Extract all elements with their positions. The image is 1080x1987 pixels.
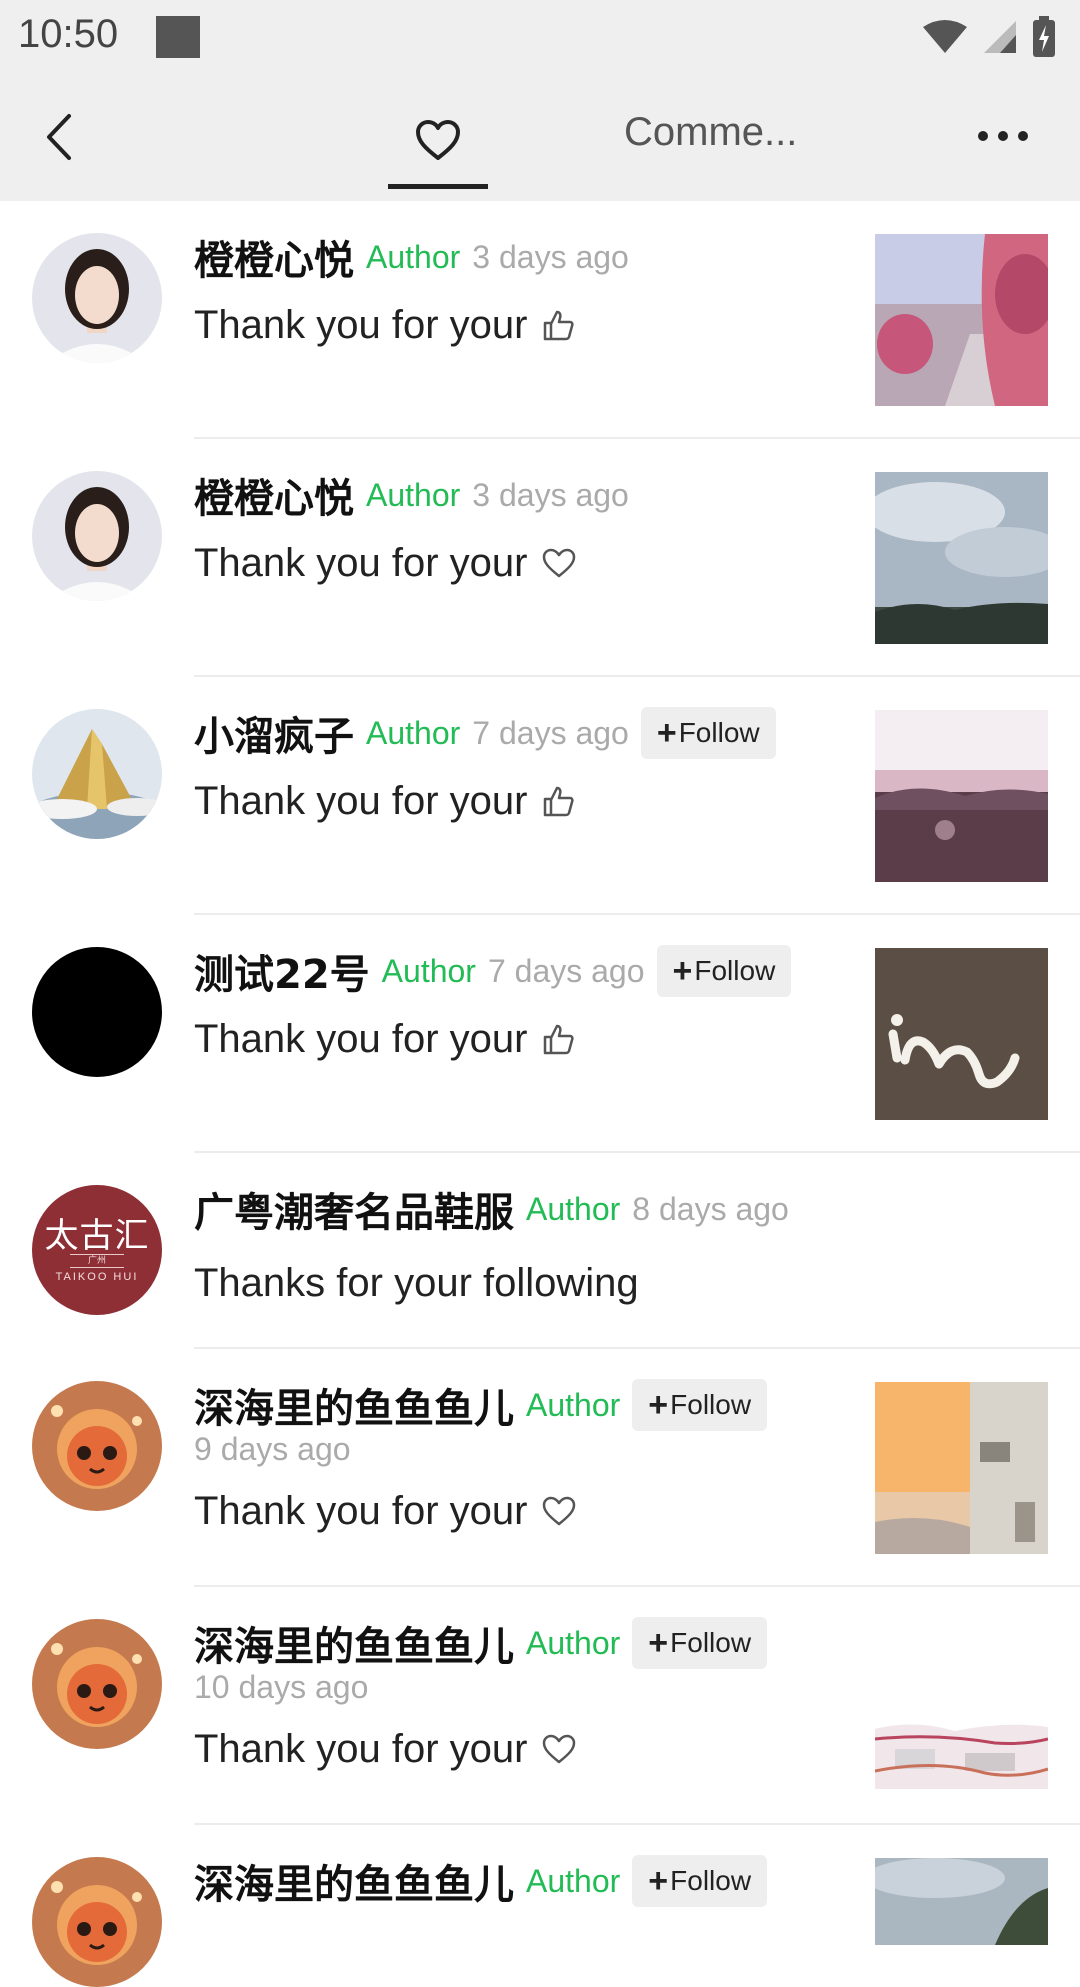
author-tag: Author — [366, 238, 461, 275]
message-text: Thanks for your following — [194, 1260, 639, 1305]
plus-icon: + — [648, 1861, 669, 1900]
list-item[interactable]: 测试22号 Author 7 days ago + Follow Thank yo… — [0, 915, 1080, 1153]
post-thumbnail[interactable] — [875, 1709, 1048, 1789]
follow-button[interactable]: + Follow — [640, 707, 776, 759]
timestamp: 10 days ago — [194, 1669, 369, 1705]
follow-button[interactable]: + Follow — [632, 1617, 768, 1669]
list-item[interactable]: 深海里的鱼鱼鱼儿 Author + Follow 10 days ago Than… — [0, 1587, 1080, 1825]
timestamp: 9 days ago — [194, 1431, 351, 1467]
follow-button[interactable]: + Follow — [632, 1379, 768, 1431]
message-text: Thank you for your — [194, 302, 528, 347]
author-tag: Author — [526, 1624, 621, 1661]
message-text: Thank you for your — [194, 1726, 528, 1771]
avatar-logo-small: 广州 — [69, 1253, 124, 1268]
timestamp: 3 days ago — [472, 238, 629, 275]
post-thumbnail[interactable] — [875, 234, 1048, 406]
username[interactable]: 广粤潮奢名品鞋服 — [194, 1180, 514, 1238]
status-bar: 10:50 — [0, 0, 1080, 76]
username[interactable]: 橙橙心悦 — [194, 228, 354, 286]
status-time: 10:50 — [18, 12, 119, 56]
heart-icon — [416, 120, 460, 160]
username[interactable]: 橙橙心悦 — [194, 466, 354, 524]
heart-icon — [542, 1734, 576, 1764]
username[interactable]: 测试22号 — [194, 942, 370, 1000]
more-options-button[interactable] — [968, 106, 1038, 166]
author-tag: Author — [526, 1190, 621, 1227]
tab-comments[interactable]: Comme... — [624, 110, 797, 155]
heart-icon — [542, 1496, 576, 1526]
follow-button[interactable]: + Follow — [656, 945, 792, 997]
post-thumbnail[interactable] — [875, 1858, 1048, 1945]
avatar[interactable]: 太古汇 广州 TAIKOO HUI — [32, 1185, 162, 1315]
list-item[interactable]: 太古汇 广州 TAIKOO HUI 广粤潮奢名品鞋服 Author 8 days… — [0, 1153, 1080, 1349]
list-item[interactable]: 深海里的鱼鱼鱼儿 Author + Follow — [0, 1825, 1080, 1987]
message-text: Thank you for your — [194, 1488, 528, 1533]
avatar[interactable] — [32, 709, 162, 839]
username[interactable]: 深海里的鱼鱼鱼儿 — [194, 1614, 514, 1672]
author-tag: Author — [526, 1862, 621, 1899]
post-thumbnail[interactable] — [875, 1382, 1048, 1554]
author-tag: Author — [526, 1386, 621, 1423]
message-text: Thank you for your — [194, 540, 528, 585]
list-item[interactable]: 小溜疯子 Author 7 days ago + Follow Thank you… — [0, 677, 1080, 915]
notification-icon — [156, 16, 200, 58]
plus-icon: + — [648, 1623, 669, 1662]
thumbs-up-icon — [542, 308, 576, 342]
plus-icon: + — [672, 951, 693, 990]
username[interactable]: 深海里的鱼鱼鱼儿 — [194, 1852, 514, 1910]
avatar[interactable] — [32, 1619, 162, 1749]
plus-icon: + — [656, 713, 677, 752]
back-button[interactable] — [28, 102, 88, 172]
thumbs-up-icon — [542, 784, 576, 818]
author-tag: Author — [366, 714, 461, 751]
message-text: Thank you for your — [194, 778, 528, 823]
battery-icon — [1033, 16, 1055, 57]
timestamp: 3 days ago — [472, 476, 629, 513]
thumbs-up-icon — [542, 1022, 576, 1056]
follow-button[interactable]: + Follow — [632, 1855, 768, 1907]
active-tab-indicator — [388, 184, 488, 189]
wifi-icon — [923, 20, 967, 53]
avatar[interactable] — [32, 471, 162, 601]
timestamp: 8 days ago — [632, 1190, 789, 1227]
plus-icon: + — [648, 1385, 669, 1424]
username[interactable]: 深海里的鱼鱼鱼儿 — [194, 1376, 514, 1434]
list-item[interactable]: 橙橙心悦 Author 3 days ago Thank you for you… — [0, 201, 1080, 439]
avatar-logo-sub: TAIKOO HUI — [55, 1270, 139, 1283]
tab-likes[interactable] — [388, 90, 488, 190]
avatar[interactable] — [32, 1381, 162, 1511]
post-thumbnail[interactable] — [875, 472, 1048, 644]
message-text: Thank you for your — [194, 1016, 528, 1061]
signal-icon — [984, 21, 1016, 53]
notification-list: 橙橙心悦 Author 3 days ago Thank you for you… — [0, 201, 1080, 1987]
heart-icon — [542, 548, 576, 578]
avatar[interactable] — [32, 233, 162, 363]
author-tag: Author — [381, 952, 476, 989]
author-tag: Author — [366, 476, 461, 513]
post-thumbnail[interactable] — [875, 948, 1048, 1120]
chevron-left-icon — [47, 114, 71, 160]
top-nav: Comme... — [0, 76, 1080, 201]
avatar-logo-text: 太古汇 — [44, 1215, 150, 1256]
username[interactable]: 小溜疯子 — [194, 704, 354, 762]
avatar[interactable] — [32, 1857, 162, 1987]
timestamp: 7 days ago — [472, 714, 629, 751]
list-item[interactable]: 橙橙心悦 Author 3 days ago Thank you for you… — [0, 439, 1080, 677]
avatar[interactable] — [32, 947, 162, 1077]
post-thumbnail[interactable] — [875, 710, 1048, 882]
list-item[interactable]: 深海里的鱼鱼鱼儿 Author + Follow 9 days ago Thank… — [0, 1349, 1080, 1587]
timestamp: 7 days ago — [487, 952, 645, 989]
status-icons — [922, 14, 1056, 60]
